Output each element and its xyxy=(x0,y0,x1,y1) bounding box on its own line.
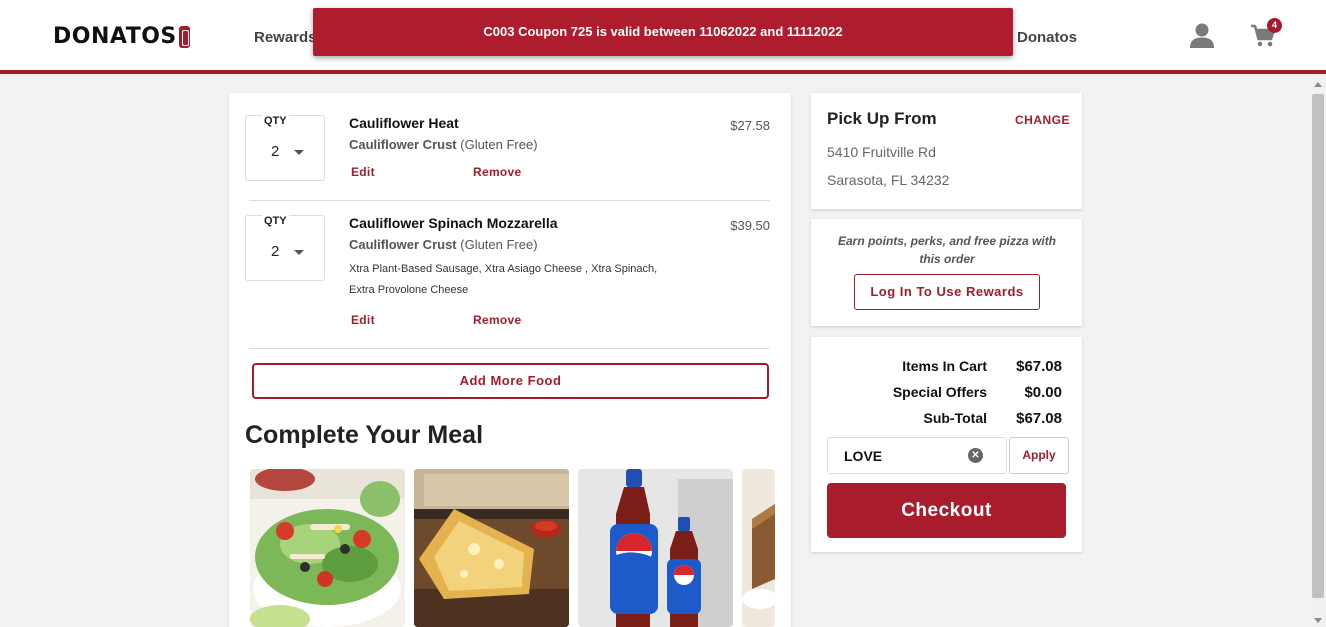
meal-card-breadsticks[interactable] xyxy=(414,469,569,627)
qty-label: QTY xyxy=(262,215,289,227)
cart-item: QTY 2 Cauliflower Spinach Mozzarella Cau… xyxy=(245,215,770,335)
change-location-link[interactable]: CHANGE xyxy=(1015,113,1070,127)
checkout-button[interactable]: Checkout xyxy=(827,483,1066,538)
edit-item-link[interactable]: Edit xyxy=(351,313,375,327)
caret-down-icon xyxy=(294,150,304,155)
scroll-down-icon[interactable] xyxy=(1314,618,1322,623)
logo-badge-icon xyxy=(178,25,190,48)
subtotal-label: Sub-Total xyxy=(923,410,987,426)
remove-item-link[interactable]: Remove xyxy=(473,165,522,179)
crust-name: Cauliflower Crust xyxy=(349,237,457,252)
logo-text: DONATOS xyxy=(53,24,177,49)
quantity-select[interactable]: QTY 2 xyxy=(245,215,325,281)
nav-link-donatos[interactable]: Donatos xyxy=(1017,29,1077,46)
special-offers-label: Special Offers xyxy=(892,384,987,400)
coupon-toast: C003 Coupon 725 is valid between 1106202… xyxy=(313,8,1013,56)
scroll-thumb[interactable] xyxy=(1312,94,1324,598)
pepsi-image xyxy=(578,469,733,627)
cart-count-badge: 4 xyxy=(1267,18,1282,33)
item-toppings: Xtra Plant-Based Sausage, Xtra Asiago Ch… xyxy=(349,263,658,296)
crust-note: (Gluten Free) xyxy=(460,237,538,252)
meal-card-pepsi[interactable] xyxy=(578,469,733,627)
meal-card-dessert[interactable] xyxy=(742,469,775,627)
rewards-promo-text: Earn points, perks, and free pizza with … xyxy=(837,234,1057,266)
scroll-up-icon[interactable] xyxy=(1314,82,1322,87)
crust-note: (Gluten Free) xyxy=(460,137,538,152)
order-summary-card: Items In Cart $67.08 Special Offers $0.0… xyxy=(811,337,1082,552)
pickup-card: Pick Up From CHANGE 5410 Fruitville Rd S… xyxy=(811,93,1082,209)
crust-name: Cauliflower Crust xyxy=(349,137,457,152)
remove-item-link[interactable]: Remove xyxy=(473,313,522,327)
caret-down-icon xyxy=(294,250,304,255)
salad-image xyxy=(250,469,405,627)
item-price: $39.50 xyxy=(730,218,770,233)
address-line1: 5410 Fruitville Rd xyxy=(827,144,936,160)
item-crust: Cauliflower Crust (Gluten Free) xyxy=(349,237,538,252)
cart-item: QTY 2 Cauliflower Heat Cauliflower Crust… xyxy=(245,115,770,205)
user-account-icon[interactable] xyxy=(1189,22,1215,48)
qty-value: 2 xyxy=(271,243,280,260)
apply-promo-button[interactable]: Apply xyxy=(1009,437,1069,474)
quantity-select[interactable]: QTY 2 xyxy=(245,115,325,181)
complete-your-meal-heading: Complete Your Meal xyxy=(245,421,484,449)
item-divider xyxy=(249,348,770,349)
item-crust: Cauliflower Crust (Gluten Free) xyxy=(349,137,538,152)
item-price: $27.58 xyxy=(730,118,770,133)
dessert-image xyxy=(742,469,775,627)
nav-link-rewards[interactable]: Rewards xyxy=(254,29,317,46)
subtotal-value: $67.08 xyxy=(1016,410,1062,427)
breadsticks-image xyxy=(414,469,569,627)
rewards-card: Earn points, perks, and free pizza with … xyxy=(811,219,1082,326)
items-in-cart-label: Items In Cart xyxy=(902,358,987,374)
qty-value: 2 xyxy=(271,143,280,160)
page-scrollbar[interactable] xyxy=(1310,78,1326,627)
address-line2: Sarasota, FL 34232 xyxy=(827,172,950,188)
item-name: Cauliflower Spinach Mozzarella xyxy=(349,215,558,231)
edit-item-link[interactable]: Edit xyxy=(351,165,375,179)
log-in-rewards-button[interactable]: Log In To Use Rewards xyxy=(854,274,1040,310)
item-name: Cauliflower Heat xyxy=(349,115,459,131)
qty-label: QTY xyxy=(262,115,289,127)
special-offers-value: $0.00 xyxy=(1024,384,1062,401)
pickup-title: Pick Up From xyxy=(827,109,937,128)
items-in-cart-value: $67.08 xyxy=(1016,358,1062,375)
add-more-food-button[interactable]: Add More Food xyxy=(252,363,769,399)
item-divider xyxy=(249,200,770,201)
meal-card-salad[interactable] xyxy=(250,469,405,627)
clear-icon[interactable]: ✕ xyxy=(968,448,983,463)
donatos-logo[interactable]: DONATOS xyxy=(53,24,190,49)
cart-panel: QTY 2 Cauliflower Heat Cauliflower Crust… xyxy=(229,93,791,627)
